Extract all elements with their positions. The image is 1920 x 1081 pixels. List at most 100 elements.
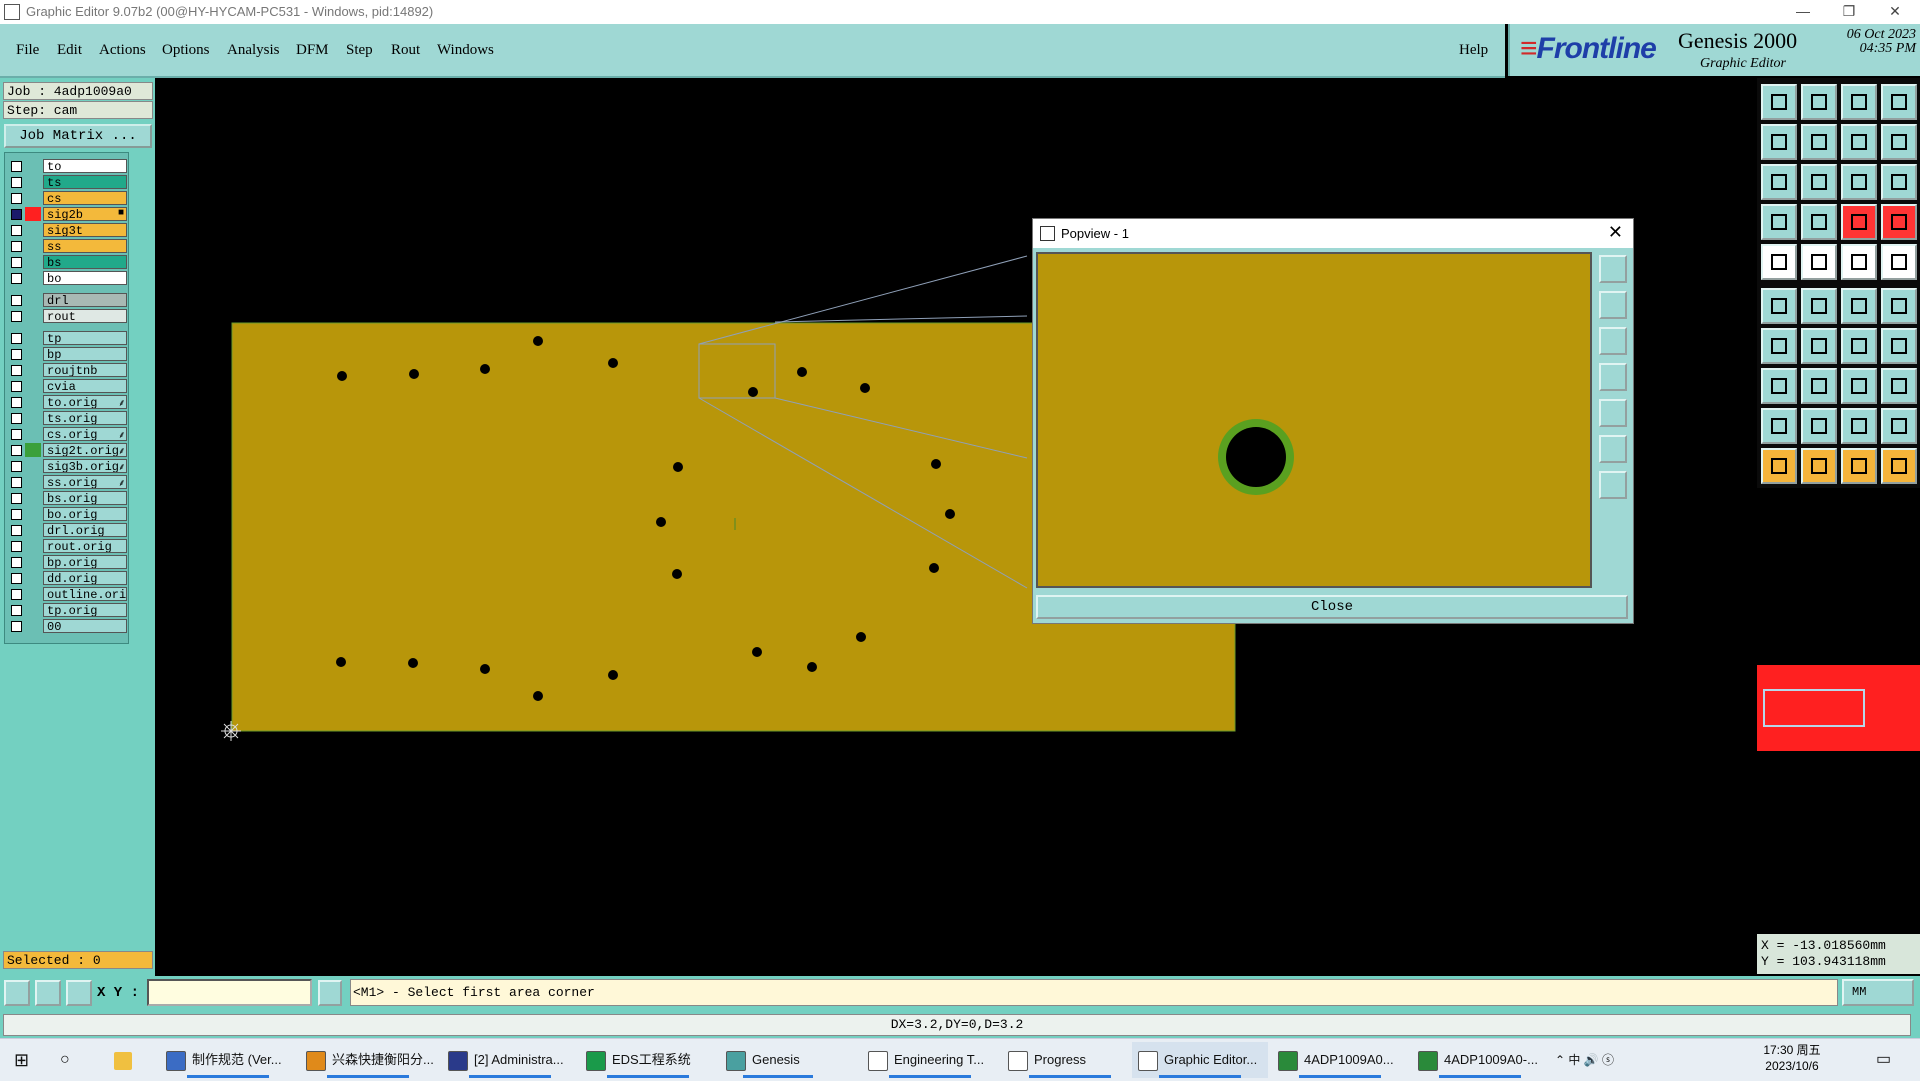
layer-row[interactable]: drl.orig — [5, 523, 128, 538]
menu-help[interactable]: Help — [1459, 42, 1488, 59]
pv-zoom-out-icon[interactable] — [1599, 471, 1627, 499]
layer-name[interactable]: sig3b.orig — [43, 459, 127, 473]
layer-checkbox[interactable] — [11, 621, 22, 632]
layer-checkbox[interactable] — [11, 225, 22, 236]
layer-checkbox[interactable] — [11, 557, 22, 568]
layer-checkbox[interactable] — [11, 413, 22, 424]
layer-checkbox[interactable] — [11, 573, 22, 584]
overview-window[interactable] — [1757, 665, 1920, 751]
layer-row[interactable]: roujtnb — [5, 363, 128, 378]
pointer4-icon[interactable] — [1881, 448, 1917, 484]
taskbar-app-button[interactable]: 4ADP1009A0... — [1272, 1042, 1408, 1078]
layer-name[interactable]: dd.orig — [43, 571, 127, 585]
split-line-icon[interactable] — [1881, 328, 1917, 364]
layer-checkbox[interactable] — [11, 445, 22, 456]
pv-pan-left-icon[interactable] — [1599, 363, 1627, 391]
snap-icon[interactable] — [4, 980, 30, 1006]
layer-checkbox[interactable] — [11, 381, 22, 392]
connect-icon[interactable] — [1841, 288, 1877, 324]
layer-name[interactable]: sig2t.orig — [43, 443, 127, 457]
layer-row[interactable]: rout.orig — [5, 539, 128, 554]
undo-icon[interactable] — [1761, 84, 1797, 120]
angle-icon[interactable] — [1761, 328, 1797, 364]
ratio-icon[interactable] — [1841, 164, 1877, 200]
line-icon[interactable] — [1841, 244, 1877, 280]
layer-name[interactable]: drl — [43, 293, 127, 307]
job-matrix-button[interactable]: Job Matrix ... — [4, 124, 152, 148]
layer-name[interactable]: sig2b — [43, 207, 127, 221]
layer-name[interactable]: cs — [43, 191, 127, 205]
dash-icon[interactable] — [1801, 368, 1837, 404]
layer-row[interactable]: ss — [5, 239, 128, 254]
search-icon[interactable]: ○ — [60, 1042, 80, 1078]
menu-analysis[interactable]: Analysis — [227, 42, 280, 59]
connect2-icon[interactable] — [1881, 288, 1917, 324]
layer-checkbox[interactable] — [11, 605, 22, 616]
menu-options[interactable]: Options — [162, 42, 210, 59]
layer-row[interactable]: drl — [5, 293, 128, 308]
layer-row[interactable]: bs.orig — [5, 491, 128, 506]
zoom-all-icon[interactable] — [1761, 164, 1797, 200]
taskbar-clock[interactable]: 17:30 周五 2023/10/6 — [1752, 1042, 1832, 1074]
pointer2-icon[interactable] — [1801, 448, 1837, 484]
layer-checkbox[interactable] — [11, 177, 22, 188]
layer-row[interactable]: ts — [5, 175, 128, 190]
close-window-button[interactable]: ✕ — [1872, 0, 1918, 22]
layer-name[interactable]: rout — [43, 309, 127, 323]
layer-name[interactable]: cvia — [43, 379, 127, 393]
snap-icon[interactable] — [1801, 204, 1837, 240]
layer-checkbox[interactable] — [11, 525, 22, 536]
cross-icon[interactable] — [1801, 288, 1837, 324]
pointer-icon[interactable] — [1761, 448, 1797, 484]
layer-name[interactable]: rout.orig — [43, 539, 127, 553]
popview-close-x[interactable]: ✕ — [1608, 222, 1623, 243]
menu-windows[interactable]: Windows — [437, 42, 494, 59]
popview-view[interactable] — [1036, 252, 1592, 588]
taskbar-app-button[interactable]: 4ADP1009A0-... — [1412, 1042, 1548, 1078]
menu-actions[interactable]: Actions — [99, 42, 146, 59]
taskbar-app-button[interactable]: [2] Administra... — [442, 1042, 578, 1078]
layer-row[interactable]: bo.orig — [5, 507, 128, 522]
layer-name[interactable]: 00 — [43, 619, 127, 633]
layer-checkbox[interactable] — [11, 397, 22, 408]
layer-name[interactable]: ts — [43, 175, 127, 189]
layer-checkbox[interactable] — [11, 193, 22, 204]
layer-row[interactable]: ss.orig ⸙ — [5, 475, 128, 490]
layer-name[interactable]: to — [43, 159, 127, 173]
layer-checkbox[interactable] — [11, 429, 22, 440]
restore-button[interactable]: ❐ — [1826, 0, 1872, 22]
layer-row[interactable]: sig3b.orig ⸙ — [5, 459, 128, 474]
layer-checkbox[interactable] — [11, 295, 22, 306]
measure-icon[interactable] — [1761, 204, 1797, 240]
triangle-icon[interactable] — [1761, 408, 1797, 444]
layer-row[interactable]: outline.orig — [5, 587, 128, 602]
notification-icon[interactable]: ▭ — [1876, 1042, 1906, 1078]
taskbar-app-button[interactable]: Genesis — [720, 1042, 836, 1078]
layer-red-icon[interactable] — [1841, 204, 1877, 240]
menu-dfm[interactable]: DFM — [296, 42, 329, 59]
menu-step[interactable]: Step — [346, 42, 373, 59]
layer-row[interactable]: bo — [5, 271, 128, 286]
window-icon[interactable] — [1881, 84, 1917, 120]
layer-name[interactable]: bs.orig — [43, 491, 127, 505]
circle-icon[interactable] — [1881, 244, 1917, 280]
layer-row[interactable]: cs — [5, 191, 128, 206]
layer-row[interactable]: rout — [5, 309, 128, 324]
home-icon[interactable] — [1841, 84, 1877, 120]
pv-pan-down-icon[interactable] — [1599, 327, 1627, 355]
menu-rout[interactable]: Rout — [391, 42, 420, 59]
pv-pan-right-icon[interactable] — [1599, 399, 1627, 427]
taskbar-app-button[interactable]: Graphic Editor... — [1132, 1042, 1268, 1078]
invert-icon[interactable] — [1801, 244, 1837, 280]
layer-checkbox[interactable] — [11, 477, 22, 488]
pan-right-icon[interactable] — [1801, 124, 1837, 160]
layer-checkbox[interactable] — [11, 509, 22, 520]
layer-row[interactable]: cs.orig ⸙ — [5, 427, 128, 442]
pad-icon[interactable] — [1761, 368, 1797, 404]
arc-icon[interactable] — [1841, 328, 1877, 364]
redo-icon[interactable] — [1801, 84, 1837, 120]
layer-checkbox[interactable] — [11, 349, 22, 360]
layer-row[interactable]: sig2b ■ — [5, 207, 128, 222]
layer-checkbox[interactable] — [11, 311, 22, 322]
layer-row[interactable]: bs — [5, 255, 128, 270]
